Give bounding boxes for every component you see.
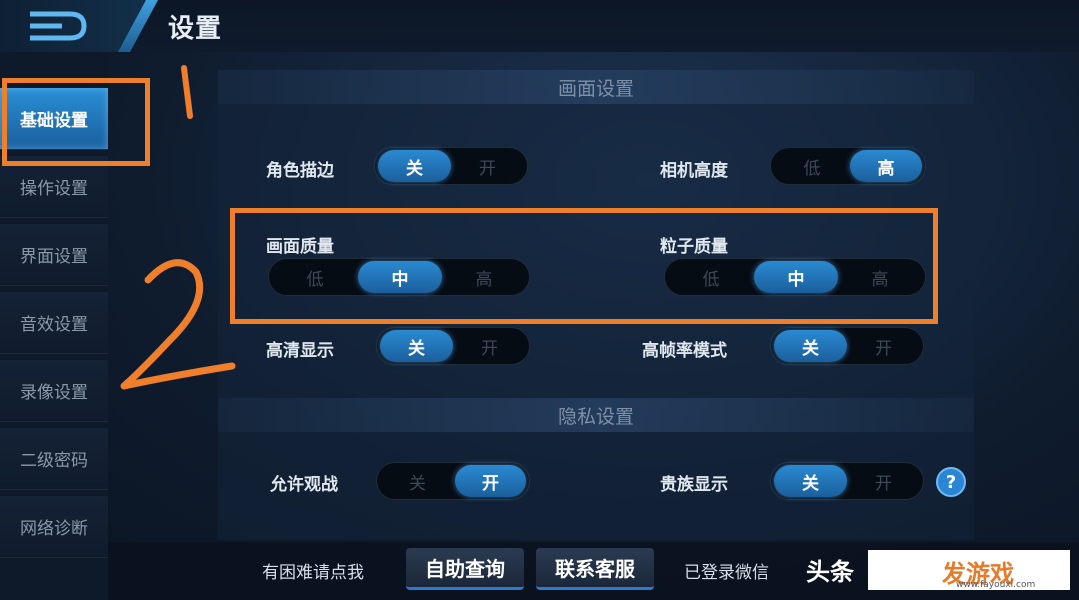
annotation-mark-2 [120, 259, 236, 390]
annotation-mark-1 [181, 65, 193, 119]
annotation-handwriting [120, 65, 236, 390]
